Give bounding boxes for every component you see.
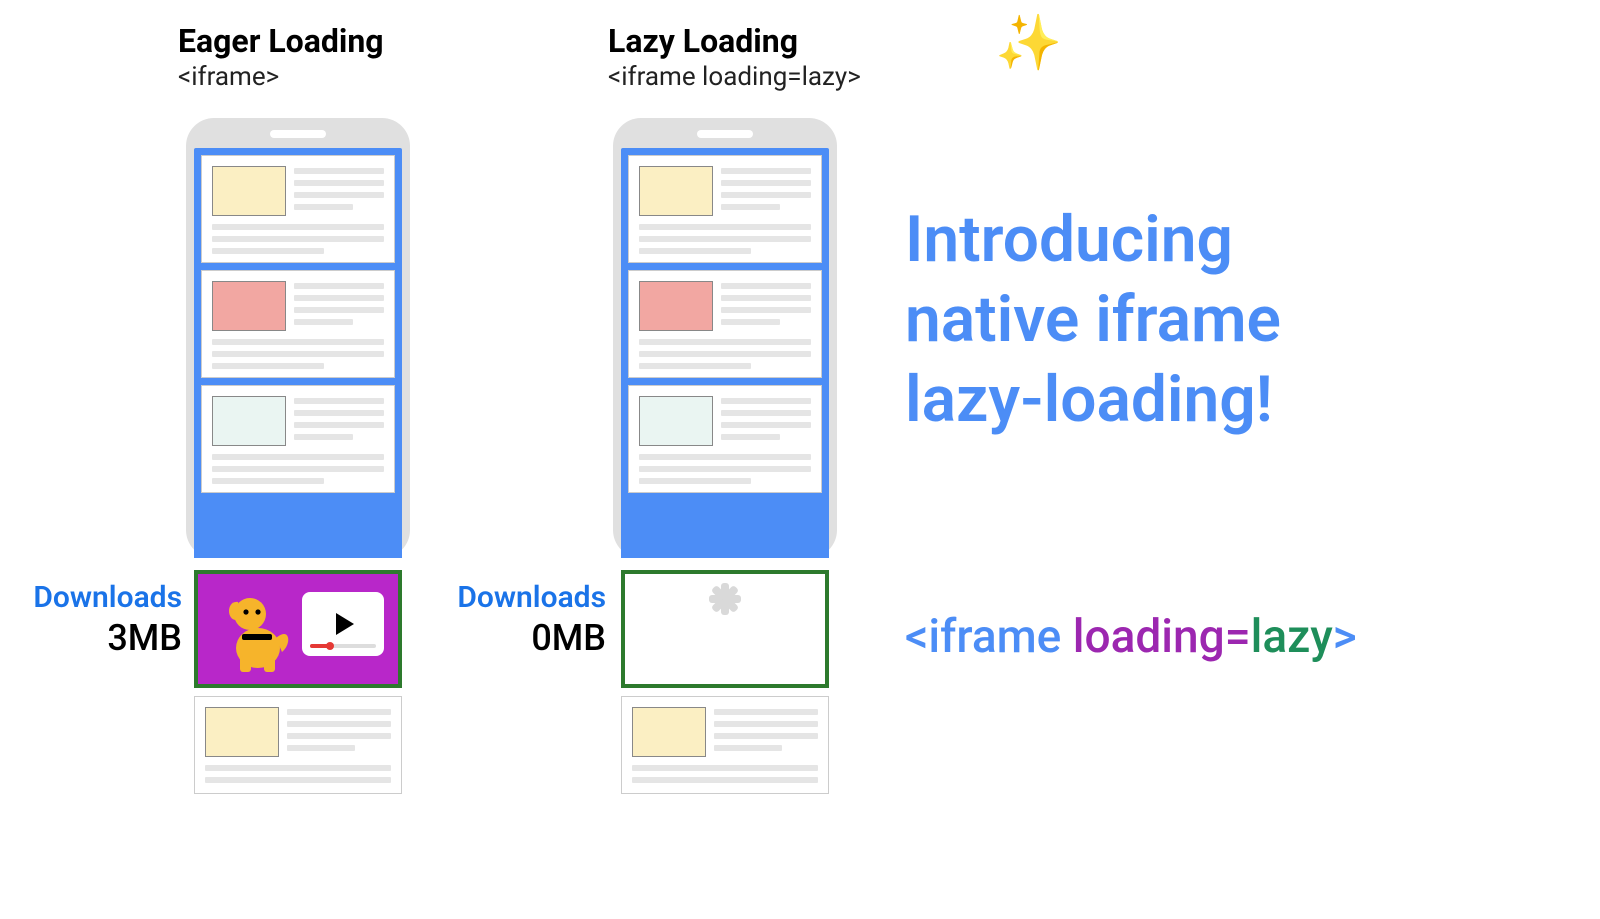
thumbnail-icon [639, 281, 713, 331]
lazy-sub: <iframe loading=lazy> [608, 62, 861, 92]
hero-line: lazy-loading! [905, 360, 1281, 440]
hero-line: Introducing [905, 200, 1281, 280]
eager-download-label: Downloads 3MB [14, 580, 182, 659]
phone-speaker [697, 130, 753, 138]
code-attr: loading= [1073, 610, 1251, 664]
downloads-lazy-size: 0MB [428, 617, 606, 659]
thumbnail-icon [632, 707, 706, 757]
article-card [201, 155, 395, 263]
spinner-icon [693, 597, 757, 661]
sparkle-icon: ✨ [995, 12, 1062, 75]
dog-icon [220, 582, 300, 676]
code-tag-close: > [1333, 610, 1357, 664]
iframe-loading-card [621, 570, 829, 688]
downloads-label: Downloads [428, 580, 606, 615]
iframe-loaded-card [194, 570, 402, 688]
hero-line: native iframe [905, 280, 1281, 360]
article-card [201, 385, 395, 493]
phone-screen [194, 148, 402, 558]
lazy-phone [613, 118, 837, 794]
lazy-download-label: Downloads 0MB [428, 580, 606, 659]
thumbnail-icon [212, 166, 286, 216]
phone-shell [186, 118, 410, 558]
thumbnail-icon [205, 707, 279, 757]
article-card [628, 155, 822, 263]
article-card [201, 270, 395, 378]
downloads-label: Downloads [14, 580, 182, 615]
code-tag-open: <iframe [905, 610, 1073, 664]
thumbnail-icon [212, 396, 286, 446]
phone-speaker [270, 130, 326, 138]
play-icon [336, 613, 354, 635]
eager-phone [186, 118, 410, 794]
code-snippet: <iframe loading=lazy> [905, 610, 1357, 664]
thumbnail-icon [639, 396, 713, 446]
article-card [628, 385, 822, 493]
eager-sub: <iframe> [178, 62, 384, 92]
phone-screen [621, 148, 829, 558]
code-val: lazy [1251, 610, 1333, 664]
lazy-title: Lazy Loading [608, 22, 861, 60]
lazy-heading: Lazy Loading <iframe loading=lazy> [608, 22, 861, 92]
thumbnail-icon [639, 166, 713, 216]
hero-headline: Introducing native iframe lazy-loading! [905, 200, 1281, 440]
eager-title: Eager Loading [178, 22, 384, 60]
downloads-eager-size: 3MB [14, 617, 182, 659]
article-card [194, 696, 402, 794]
thumbnail-icon [212, 281, 286, 331]
phone-shell [613, 118, 837, 558]
video-player-icon [302, 592, 384, 656]
article-card [621, 696, 829, 794]
eager-heading: Eager Loading <iframe> [178, 22, 384, 92]
article-card [628, 270, 822, 378]
